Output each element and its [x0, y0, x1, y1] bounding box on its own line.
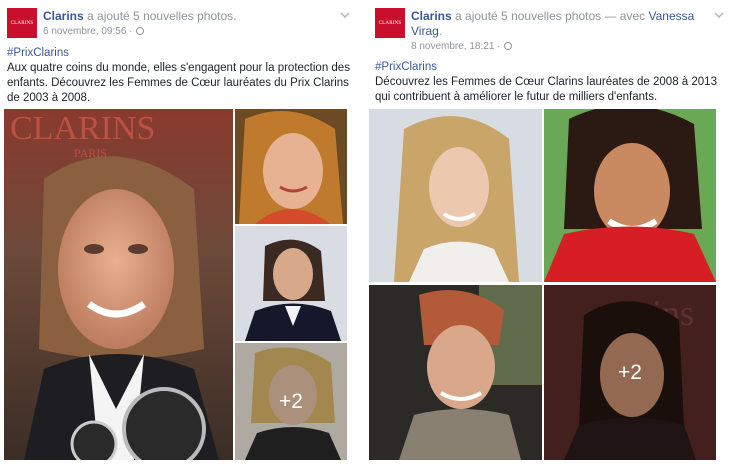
post-body: Aux quatre coins du monde, elles s'engag…: [7, 62, 350, 104]
post-action-text: a ajouté 5 nouvelles photos: [451, 9, 602, 23]
post-meta: 6 novembre, 09:56 ·: [43, 25, 334, 38]
post-right: CLARINS Clarins a ajouté 5 nouvelles pho…: [368, 0, 730, 464]
photo-grid-3[interactable]: [369, 285, 542, 460]
logo-text: CLARINS: [378, 20, 402, 26]
photo-grid-4[interactable]: arins +2: [544, 285, 716, 460]
photo-grid-1[interactable]: [369, 109, 542, 282]
page-name-link[interactable]: Clarins: [43, 9, 84, 23]
svg-text:CLARINS: CLARINS: [10, 110, 155, 147]
page-avatar[interactable]: CLARINS: [7, 8, 37, 38]
post-header: CLARINS Clarins a ajouté 5 nouvelles pho…: [7, 8, 356, 44]
hashtag-link[interactable]: #PrixClarins: [375, 60, 724, 75]
chevron-down-icon[interactable]: [340, 10, 350, 20]
photo-grid-2[interactable]: [544, 109, 716, 282]
page-name-link[interactable]: Clarins: [411, 9, 452, 23]
post-text: #PrixClarins Découvrez les Femmes de Cœu…: [375, 60, 724, 105]
post-date[interactable]: 8 novembre, 18:21 ·: [411, 41, 501, 52]
post-left: CLARINS Clarins a ajouté 5 nouvelles pho…: [0, 0, 356, 464]
post-text: #PrixClarins Aux quatre coins du monde, …: [7, 46, 350, 106]
globe-icon: [503, 42, 512, 50]
photo-thumb-2[interactable]: [235, 226, 347, 341]
globe-icon: [135, 27, 144, 35]
page-avatar[interactable]: CLARINS: [375, 8, 405, 38]
logo-text: CLARINS: [10, 20, 34, 26]
with-text: — avec: [601, 9, 649, 23]
more-photos-count: +2: [235, 343, 347, 460]
post-body: Découvrez les Femmes de Cœur Clarins lau…: [375, 76, 717, 103]
chevron-down-icon[interactable]: [714, 10, 724, 20]
hashtag-link[interactable]: #PrixClarins: [7, 46, 350, 61]
header-text: Clarins a ajouté 5 nouvelles photos — av…: [411, 9, 704, 53]
photo-thumb-1[interactable]: [235, 109, 347, 224]
more-photos-count: +2: [544, 285, 716, 460]
post-date[interactable]: 6 novembre, 09:56 ·: [43, 26, 133, 37]
photo-main[interactable]: CLARINS PARIS: [4, 109, 233, 460]
post-header: CLARINS Clarins a ajouté 5 nouvelles pho…: [375, 8, 730, 52]
header-text: Clarins a ajouté 5 nouvelles photos. 6 n…: [43, 9, 334, 38]
photo-thumb-3[interactable]: +2: [235, 343, 347, 460]
post-meta: 8 novembre, 18:21 ·: [411, 40, 704, 53]
post-action-text: a ajouté 5 nouvelles photos.: [83, 9, 237, 23]
